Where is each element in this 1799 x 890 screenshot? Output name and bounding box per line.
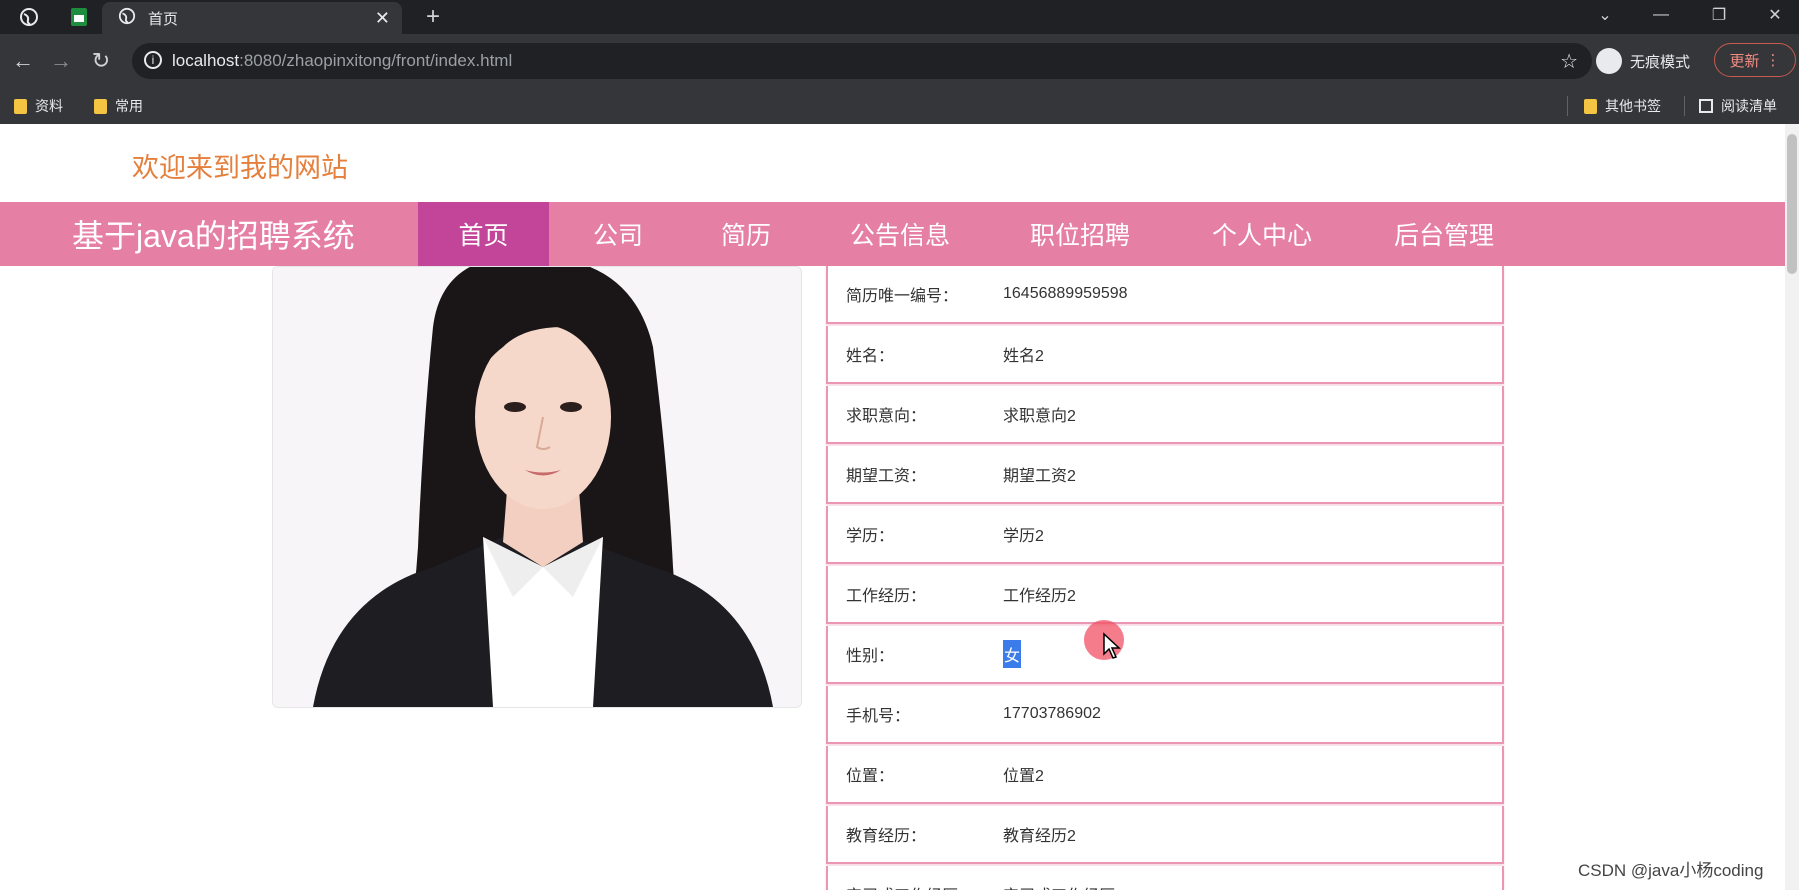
row-label: 位置：: [846, 768, 895, 785]
divider: [1684, 96, 1685, 116]
row-label: 教育经历：: [846, 828, 927, 845]
active-tab[interactable]: 首页 ✕: [102, 2, 402, 34]
resume-photo: [272, 266, 802, 708]
info-icon[interactable]: i: [144, 51, 162, 69]
scroll-thumb[interactable]: [1787, 134, 1797, 274]
detail-row: 期望工资： 期望工资2: [826, 446, 1504, 504]
minimize-icon[interactable]: —: [1638, 0, 1684, 30]
row-value-selected[interactable]: 女: [1003, 640, 1022, 668]
bookmarks-bar: 资料 常用 其他书签 阅读清单: [0, 88, 1799, 124]
incognito-indicator[interactable]: 无痕模式: [1596, 42, 1690, 80]
row-label: 姓名：: [846, 348, 895, 365]
url-text: localhost:8080/zhaopinxitong/front/index…: [172, 51, 513, 70]
sheets-icon[interactable]: [64, 0, 94, 34]
detail-row: 简历唯一编号： 16456889959598: [826, 266, 1504, 324]
row-value: 姓名2: [1003, 348, 1044, 365]
main-nav: 基于java的招聘系统 首页 公司 简历 公告信息 职位招聘 个人中心 后台管理: [0, 202, 1785, 266]
reload-icon[interactable]: ↻: [86, 44, 116, 78]
reading-list-icon: [1699, 99, 1713, 113]
browser-tab-bar: 首页 ✕ + ⌄ — ❐ ✕: [0, 0, 1799, 34]
address-bar: ← → ↻ i localhost:8080/zhaopinxitong/fro…: [0, 34, 1799, 88]
restore-icon[interactable]: ❐: [1696, 0, 1742, 30]
detail-row: 求职意向： 求职意向2: [826, 386, 1504, 444]
nav-home[interactable]: 首页: [418, 202, 549, 266]
resume-detail-list: 简历唯一编号： 16456889959598 姓名： 姓名2 求职意向： 求职意向2 …: [826, 266, 1504, 890]
close-tab-icon[interactable]: ✕: [375, 8, 390, 29]
row-label: 期望工资：: [846, 468, 927, 485]
row-value: 工作经历2: [1003, 588, 1076, 605]
detail-row: 位置： 位置2: [826, 746, 1504, 804]
web-page: 欢迎来到我的网站 基于java的招聘系统 首页 公司 简历 公告信息 职位招聘 …: [0, 124, 1785, 890]
divider: [1567, 96, 1568, 116]
tab-search-icon[interactable]: ⌄: [1582, 0, 1628, 30]
tab-title: 首页: [148, 10, 179, 28]
update-button[interactable]: 更新 ⋮: [1714, 43, 1796, 77]
reading-list[interactable]: 阅读清单: [1699, 88, 1777, 124]
row-value: 17703786902: [1003, 705, 1101, 722]
welcome-text: 欢迎来到我的网站: [132, 153, 348, 183]
detail-row: 姓名： 姓名2: [826, 326, 1504, 384]
row-value: 学历2: [1003, 528, 1044, 545]
mouse-pointer-icon: [1103, 632, 1121, 659]
row-value: 位置2: [1003, 768, 1044, 785]
row-label: 实习或工作经历：: [846, 882, 974, 890]
row-label: 学历：: [846, 528, 895, 545]
nav-resume[interactable]: 简历: [696, 202, 796, 266]
row-value: 期望工资2: [1003, 468, 1076, 485]
globe-icon[interactable]: [14, 0, 44, 34]
nav-company[interactable]: 公司: [568, 202, 668, 266]
forward-icon[interactable]: →: [46, 44, 76, 78]
nav-jobs[interactable]: 职位招聘: [1010, 202, 1150, 266]
detail-row: 学历： 学历2: [826, 506, 1504, 564]
row-label: 性别：: [846, 648, 895, 665]
globe-icon: [118, 7, 136, 29]
watermark: CSDN @java小杨coding: [1578, 861, 1764, 880]
detail-row: 性别： 女: [826, 626, 1504, 684]
row-value: 教育经历2: [1003, 828, 1076, 845]
url-field[interactable]: i localhost:8080/zhaopinxitong/front/ind…: [132, 43, 1592, 79]
bookmark-star-icon[interactable]: ☆: [1560, 49, 1578, 74]
row-label: 简历唯一编号：: [846, 288, 959, 305]
folder-icon: [1584, 98, 1597, 114]
nav-announcements[interactable]: 公告信息: [830, 202, 970, 266]
nav-admin[interactable]: 后台管理: [1374, 202, 1514, 266]
folder-icon: [94, 98, 107, 114]
detail-row: 手机号： 17703786902: [826, 686, 1504, 744]
nav-personal-center[interactable]: 个人中心: [1192, 202, 1332, 266]
row-label: 工作经历：: [846, 588, 927, 605]
folder-icon: [14, 98, 27, 114]
close-window-icon[interactable]: ✕: [1752, 0, 1798, 30]
detail-row: 教育经历： 教育经历2: [826, 806, 1504, 864]
row-label: 手机号：: [846, 708, 911, 725]
row-value: 求职意向2: [1003, 408, 1076, 425]
detail-row: 工作经历： 工作经历2: [826, 566, 1504, 624]
site-brand[interactable]: 基于java的招聘系统: [72, 202, 355, 266]
bookmark-folder[interactable]: 资料: [14, 88, 63, 124]
page-scrollbar[interactable]: [1785, 124, 1799, 890]
row-value: 实习或工作经历2: [1003, 882, 1124, 890]
bookmark-folder[interactable]: 其他书签: [1584, 88, 1661, 124]
row-label: 求职意向：: [846, 408, 927, 425]
new-tab-icon[interactable]: +: [418, 0, 448, 34]
incognito-icon: [1596, 48, 1622, 74]
bookmark-folder[interactable]: 常用: [94, 88, 143, 124]
back-icon[interactable]: ←: [8, 44, 38, 78]
row-value: 16456889959598: [1003, 285, 1128, 302]
detail-row: 实习或工作经历： 实习或工作经历2: [826, 866, 1504, 890]
